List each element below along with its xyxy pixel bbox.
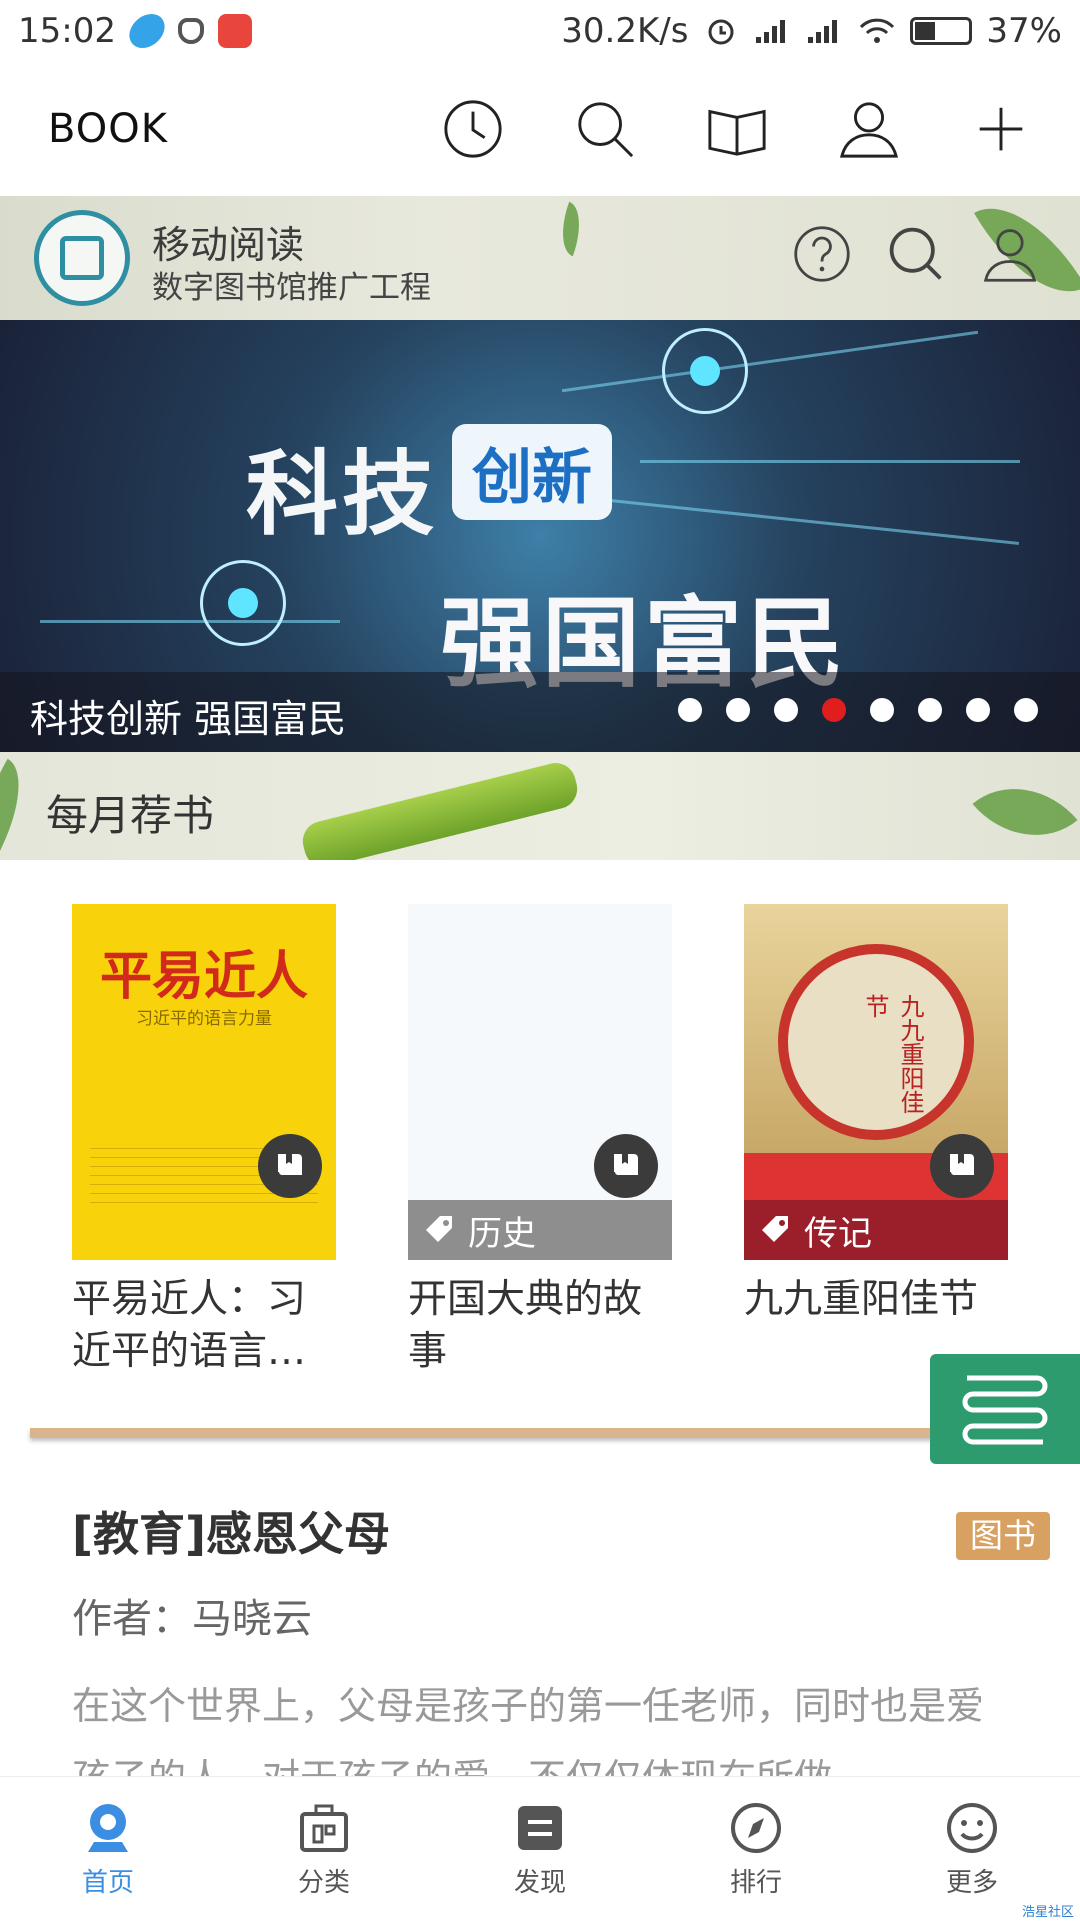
book-title[interactable]: 平易近人：习近平的语言… <box>72 1274 336 1378</box>
book-title[interactable]: 开国大典的故事 <box>408 1274 672 1378</box>
tab-more[interactable]: 更多 <box>864 1777 1080 1921</box>
article-title[interactable]: [教育]感恩父母 <box>72 1498 390 1564</box>
site-search-icon[interactable] <box>886 224 946 284</box>
article-author: 作者：马晓云 <box>72 1596 312 1642</box>
site-title: 移动阅读 <box>152 223 305 267</box>
book-cover[interactable]: 历史 <box>408 904 672 1260</box>
read-book-icon[interactable] <box>258 1134 322 1198</box>
carousel-dot[interactable] <box>966 698 990 722</box>
bookshelf-icon[interactable] <box>706 98 768 160</box>
section-divider <box>30 1428 1030 1438</box>
discover-icon <box>518 1805 562 1850</box>
network-speed: 30.2K/s <box>561 11 689 51</box>
site-subtitle: 数字图书馆推广工程 <box>152 270 431 306</box>
signal-icon-2 <box>808 20 838 43</box>
tab-label: 发现 <box>513 1867 566 1898</box>
tab-label: 首页 <box>81 1867 134 1898</box>
signal-icon <box>756 20 786 43</box>
carousel-dot[interactable] <box>1014 698 1038 722</box>
carousel-caption: 科技创新 强国富民 <box>30 697 347 741</box>
status-bar: 15:02 30.2K/s 37% <box>0 0 1080 62</box>
carousel-caption-bar: 科技创新 强国富民 <box>0 672 1080 752</box>
read-book-icon[interactable] <box>594 1134 658 1198</box>
alarm-notification-icon <box>177 18 204 44</box>
carousel-dot[interactable] <box>678 698 702 722</box>
tab-discover[interactable]: 发现 <box>432 1777 648 1921</box>
search-icon[interactable] <box>574 98 636 160</box>
banner-headline-box: 创新 <box>452 424 612 520</box>
carousel-dot[interactable] <box>822 698 846 722</box>
tab-home[interactable]: 首页 <box>0 1777 216 1921</box>
floating-book-button[interactable] <box>930 1354 1080 1464</box>
glow-dot-decoration <box>200 560 286 646</box>
tab-label: 更多 <box>945 1867 998 1898</box>
leaf-decoration <box>0 758 43 860</box>
banner-headline-left: 科技 <box>246 441 439 548</box>
leaf-decoration <box>552 201 590 257</box>
tab-ranking[interactable]: 排行 <box>648 1777 864 1921</box>
carousel-indicators[interactable] <box>678 698 1038 722</box>
history-icon[interactable] <box>442 98 504 160</box>
help-icon[interactable] <box>792 224 852 284</box>
home-icon <box>88 1803 128 1852</box>
recommended-article[interactable]: [教育]感恩父母 图书 作者：马晓云 在这个世界上，父母是孩子的第一任老师，同时… <box>0 1480 1080 1776</box>
alarm-icon <box>708 19 734 45</box>
carousel-dot[interactable] <box>918 698 942 722</box>
battery-percent: 37% <box>986 11 1062 51</box>
carousel-dot[interactable] <box>774 698 798 722</box>
add-icon[interactable] <box>970 98 1032 160</box>
cover-frame: 九九重阳佳节 <box>778 944 974 1140</box>
tab-category[interactable]: 分类 <box>216 1777 432 1921</box>
read-book-icon[interactable] <box>930 1134 994 1198</box>
book-card[interactable]: 平易近人 习近平的语言力量 平易近人：习近平的语言… <box>72 904 336 1378</box>
user-icon[interactable] <box>838 98 900 160</box>
article-type-badge: 图书 <box>956 1512 1050 1560</box>
monthly-section-header: 每月荐书 <box>0 752 1080 860</box>
book-list: 平易近人 习近平的语言力量 平易近人：习近平的语言… 历史 开国大典的故事 九九… <box>0 860 1080 1420</box>
article-description: 在这个世界上，父母是孩子的第一任老师，同时也是爱孩子的人。对于孩子的爱，不仅仅体… <box>72 1684 985 1776</box>
cover-title: 九九重阳佳节 <box>861 994 924 1114</box>
battery-icon <box>910 17 973 45</box>
leaf-decoration <box>972 758 1078 860</box>
tag-icon <box>762 1216 788 1242</box>
bottom-tab-bar: 首页 分类 发现 排行 更多 <box>0 1776 1080 1921</box>
tab-label: 分类 <box>297 1867 350 1898</box>
book-cover[interactable]: 平易近人 习近平的语言力量 <box>72 904 336 1260</box>
category-label: 传记 <box>804 1213 872 1254</box>
book-card[interactable]: 九九重阳佳节 传记 九九重阳佳节 <box>744 904 1008 1326</box>
category-tag: 传记 <box>744 1200 1008 1260</box>
app-bar: BOOK <box>0 62 1080 196</box>
smile-icon <box>947 1802 997 1853</box>
tab-label: 排行 <box>729 1867 782 1898</box>
site-user-icon[interactable] <box>980 224 1040 284</box>
glow-dot-decoration <box>662 328 748 414</box>
library-logo <box>34 210 130 306</box>
cover-subtitle: 习近平的语言力量 <box>136 1009 272 1029</box>
compass-icon <box>731 1802 781 1853</box>
book-cover[interactable]: 九九重阳佳节 传记 <box>744 904 1008 1260</box>
watermark-text: 浩星社区 <box>1021 1905 1074 1920</box>
book-title[interactable]: 九九重阳佳节 <box>744 1274 1008 1326</box>
category-label: 历史 <box>468 1213 536 1254</box>
library-header: 移动阅读 数字图书馆推广工程 <box>0 183 1080 320</box>
cover-title: 平易近人 <box>99 946 308 1007</box>
category-tag: 历史 <box>408 1200 672 1260</box>
bamboo-decoration <box>298 758 582 860</box>
book-card[interactable]: 历史 开国大典的故事 <box>408 904 672 1378</box>
bird-notification-icon <box>125 14 169 48</box>
app-title: BOOK <box>48 106 168 152</box>
tag-icon <box>426 1216 452 1242</box>
banner-carousel[interactable]: 科技 创新 强国富民 科技创新 强国富民 <box>0 320 1080 752</box>
wifi-icon <box>860 18 895 43</box>
clock-time: 15:02 <box>18 11 116 51</box>
category-icon <box>300 1804 348 1852</box>
carousel-dot[interactable] <box>870 698 894 722</box>
carousel-dot[interactable] <box>726 698 750 722</box>
book-stack-icon <box>962 1375 1048 1445</box>
app-notification-icon <box>217 14 252 48</box>
section-title: 每月荐书 <box>46 791 215 840</box>
